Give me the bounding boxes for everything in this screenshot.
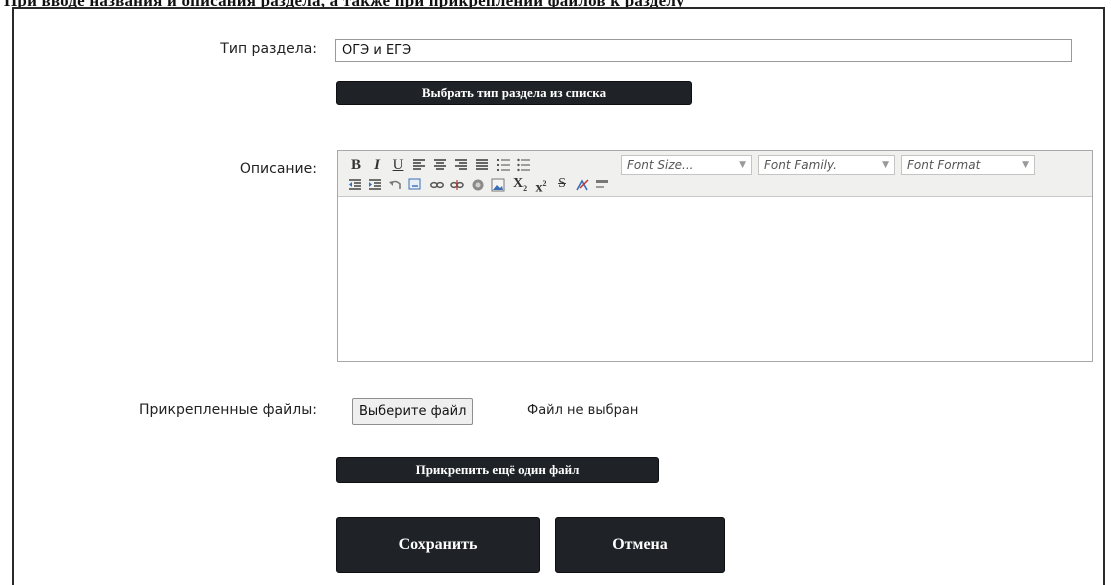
clean-formatting-icon[interactable]: [575, 178, 589, 192]
editor-content-area[interactable]: [338, 197, 1092, 361]
image-icon[interactable]: [491, 178, 505, 192]
bullet-list-icon[interactable]: [517, 158, 531, 172]
font-family-select-label: Font Family.: [764, 158, 837, 172]
font-format-select[interactable]: Font Format ▼: [901, 155, 1035, 175]
choose-file-button[interactable]: Выберите файл: [352, 398, 474, 425]
link-icon[interactable]: [430, 178, 444, 192]
font-size-select-label: Font Size...: [627, 158, 694, 172]
chevron-down-icon: ▼: [739, 160, 746, 170]
rich-text-editor: B I U Font Size... ▼ Font Family. ▼ Font…: [337, 150, 1093, 362]
font-family-select[interactable]: Font Family. ▼: [758, 155, 895, 175]
subscript-mark: 2: [523, 183, 528, 193]
attached-files-label: Прикрепленные файлы:: [139, 402, 317, 418]
file-status-text: Файл не выбран: [527, 403, 639, 418]
redo-icon[interactable]: [408, 178, 422, 192]
attach-more-files-button[interactable]: Прикрепить ещё один файл: [336, 457, 659, 483]
page: При вводе названия и описания раздела, а…: [0, 0, 1111, 585]
indent-icon[interactable]: [368, 178, 382, 192]
undo-icon[interactable]: [388, 178, 402, 192]
numbered-list-icon[interactable]: [497, 158, 511, 172]
align-justify-icon[interactable]: [475, 158, 489, 172]
cancel-button[interactable]: Отмена: [555, 517, 725, 573]
bold-button[interactable]: B: [349, 156, 363, 174]
underline-button[interactable]: U: [392, 156, 404, 174]
unlink-icon[interactable]: [450, 178, 464, 192]
font-format-select-label: Font Format: [907, 158, 981, 172]
section-type-label: Тип раздела:: [220, 41, 317, 57]
align-center-icon[interactable]: [433, 158, 447, 172]
superscript-label: x: [535, 180, 543, 196]
section-type-input[interactable]: [335, 39, 1072, 62]
superscript-mark: 2: [542, 179, 547, 188]
editor-toolbar: B I U Font Size... ▼ Font Family. ▼ Font…: [338, 151, 1092, 197]
outdent-icon[interactable]: [348, 178, 362, 192]
anchor-icon[interactable]: [471, 178, 485, 192]
superscript-button[interactable]: x2: [532, 175, 550, 196]
font-size-select[interactable]: Font Size... ▼: [621, 155, 752, 175]
choose-section-type-button[interactable]: Выбрать тип раздела из списка: [336, 81, 692, 105]
strikethrough-button[interactable]: S: [555, 175, 569, 193]
subscript-button[interactable]: X2: [511, 175, 529, 193]
save-button[interactable]: Сохранить: [336, 517, 540, 573]
italic-button[interactable]: I: [371, 156, 383, 174]
chevron-down-icon: ▼: [1022, 160, 1029, 170]
horizontal-rule-icon[interactable]: [595, 178, 609, 192]
align-left-icon[interactable]: [412, 158, 426, 172]
align-right-icon[interactable]: [454, 158, 468, 172]
description-label: Описание:: [239, 161, 317, 177]
chevron-down-icon: ▼: [882, 160, 889, 170]
subscript-label: X: [512, 176, 524, 191]
